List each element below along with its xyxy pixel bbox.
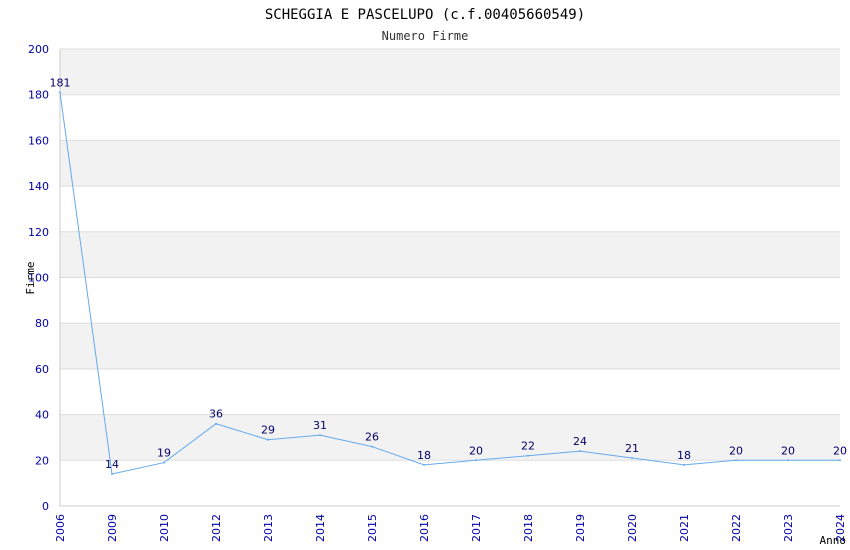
y-tick-label: 140 [28,180,49,193]
chart-subtitle: Numero Firme [382,29,469,43]
data-point [735,459,737,462]
data-label: 18 [417,449,431,462]
y-tick-label: 120 [28,226,49,239]
data-point [475,459,477,462]
grid-band [60,49,840,95]
data-label: 36 [209,408,223,421]
grid-bands [60,49,840,461]
data-point [59,91,61,94]
data-point [787,459,789,462]
data-label: 29 [261,424,275,437]
data-label: 20 [781,444,795,457]
data-label: 181 [50,76,71,89]
y-tick-label: 80 [35,317,49,330]
x-tick-label: 2017 [470,514,483,542]
grid-band [60,231,840,278]
y-axis-title: Firme [24,261,37,294]
data-point [527,454,529,457]
data-label: 20 [833,444,847,457]
x-tick-label: 2018 [522,514,535,542]
y-tick-label: 0 [42,500,49,513]
y-tick-label: 20 [35,454,49,467]
data-label: 24 [573,435,587,448]
x-tick-label: 2009 [106,514,119,542]
x-tick-label: 2012 [210,514,223,542]
data-label: 31 [313,419,327,432]
data-point [683,463,685,466]
x-tick-label: 2022 [730,514,743,542]
data-label: 21 [625,442,639,455]
data-label: 20 [469,444,483,457]
y-tick-label: 40 [35,409,49,422]
y-tick-label: 200 [28,43,49,56]
data-point [423,463,425,466]
grid-band [60,140,840,187]
x-tick-label: 2020 [626,514,639,542]
data-point [319,434,321,437]
x-tick-label: 2019 [574,514,587,542]
x-tick-label: 2006 [54,514,67,542]
data-label: 18 [677,449,691,462]
x-tick-label: 2014 [314,514,327,542]
x-axis-title: Anno [820,534,847,547]
data-label: 20 [729,444,743,457]
data-point [839,459,841,462]
data-label: 22 [521,440,535,453]
data-label: 14 [105,458,119,471]
chart: 0 20 40 60 80 100 120 140 160 180 200 2006 2009 2010… [0,0,850,550]
y-tick-label: 160 [28,134,49,147]
x-tick-label: 2016 [418,514,431,542]
data-point [371,445,373,448]
data-label: 26 [365,431,379,444]
line-chart: 020406080100120140160180200 2006 2009 2010… [24,7,847,547]
data-point [215,422,217,425]
y-tick-label: 180 [28,89,49,102]
data-point [111,473,113,476]
x-tick-labels: 2006 2009 2010 2012 2013 2014 2015 2016 2017 2018… [54,514,847,542]
data-point [163,461,165,464]
chart-title: SCHEGGIA E PASCELUPO (c.f.00405660549) [265,7,585,23]
x-tick-label: 2023 [782,514,795,542]
x-tick-label: 2021 [678,514,691,542]
data-point [579,450,581,453]
data-point [267,438,269,441]
data-point [631,457,633,460]
y-tick-label: 60 [35,363,49,376]
x-tick-label: 2013 [262,514,275,542]
x-tick-label: 2010 [158,514,171,542]
data-label: 19 [157,447,171,460]
grid-band [60,323,840,369]
x-tick-label: 2015 [366,514,379,542]
